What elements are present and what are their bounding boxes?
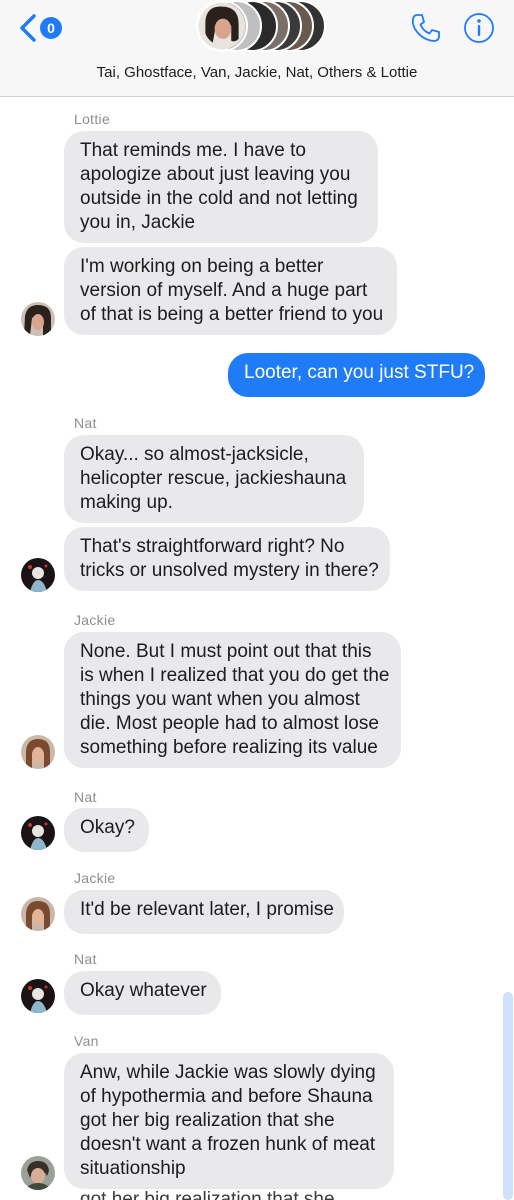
message-text: of that is being a better friend to you	[80, 304, 384, 325]
message-text: doesn't want a frozen hunk of meat	[80, 1134, 376, 1155]
sender-name: Van	[74, 1033, 99, 1049]
sender-name: Jackie	[74, 870, 116, 886]
message-text: That reminds me. I have to	[80, 140, 306, 161]
message-bubble[interactable]: It'd be relevant later, I promise	[64, 890, 344, 934]
message-text: None. But I must point out that this	[80, 641, 372, 662]
message-text: Okay?	[80, 817, 135, 838]
message-text: making up.	[80, 492, 173, 513]
message-bubble[interactable]: I'm working on being a better version of…	[64, 247, 397, 335]
scrollbar[interactable]	[503, 992, 513, 1200]
van-avatar[interactable]	[21, 1156, 55, 1190]
message-text: of hypothermia and before Shauna	[80, 1086, 373, 1107]
message-bubble[interactable]: That's straightforward right? No tricks …	[64, 527, 390, 591]
message-text: got her big realization that she	[80, 1110, 335, 1131]
info-icon[interactable]	[463, 12, 495, 44]
message-bubble[interactable]: Okay whatever	[64, 971, 221, 1015]
message-text: you in, Jackie	[80, 212, 196, 233]
lottie-avatar[interactable]	[21, 302, 55, 336]
partial-message-text: got her big realization that she	[80, 1189, 335, 1200]
sender-name: Nat	[74, 415, 97, 431]
message-bubble[interactable]: Anw, while Jackie was slowly dying of hy…	[64, 1053, 394, 1189]
group-member-avatar	[196, 0, 248, 52]
message-text: things you want when you almost	[80, 689, 360, 710]
message-text: Okay whatever	[80, 980, 207, 1001]
message-text: tricks or unsolved mystery in there?	[80, 560, 379, 581]
outgoing-message-bubble[interactable]: Looter, can you just STFU?	[228, 353, 485, 397]
message-bubble[interactable]: Okay... so almost-jacksicle, helicopter …	[64, 435, 364, 523]
sender-name: Nat	[74, 951, 97, 967]
chevron-left-icon	[20, 14, 36, 42]
jackie-avatar[interactable]	[21, 897, 55, 931]
message-bubble[interactable]: None. But I must point out that this is …	[64, 632, 401, 768]
phone-icon[interactable]	[410, 12, 442, 44]
message-text: It'd be relevant later, I promise	[80, 899, 334, 920]
message-text: is when I realized that you do get the	[80, 665, 390, 686]
message-text: helicopter rescue, jackieshauna	[80, 468, 347, 489]
group-avatar-stack[interactable]	[196, 0, 326, 54]
message-text: Anw, while Jackie was slowly dying	[80, 1062, 376, 1083]
message-text: apologize about just leaving you	[80, 164, 351, 185]
message-text: version of myself. And a huge part	[80, 280, 368, 301]
message-text: I'm working on being a better	[80, 256, 324, 277]
conversation-header: 0 Tai, Ghostface, Van, Jackie, Nat, Othe…	[0, 0, 514, 97]
jackie-avatar[interactable]	[21, 735, 55, 769]
message-bubble[interactable]: Okay?	[64, 808, 149, 852]
sender-name: Nat	[74, 789, 97, 805]
unread-count-badge: 0	[40, 17, 62, 39]
message-text: situationship	[80, 1158, 186, 1179]
message-text: Looter, can you just STFU?	[244, 362, 475, 383]
nat-avatar[interactable]	[21, 979, 55, 1013]
message-text: outside in the cold and not letting	[80, 188, 358, 209]
message-text: die. Most people had to almost lose	[80, 713, 379, 734]
nat-avatar[interactable]	[21, 558, 55, 592]
message-text: something before realizing its value	[80, 737, 378, 758]
sender-name: Lottie	[74, 111, 111, 127]
sender-name: Jackie	[74, 612, 116, 628]
back-button[interactable]: 0	[18, 12, 62, 44]
message-bubble[interactable]: That reminds me. I have to apologize abo…	[64, 131, 378, 243]
nat-avatar[interactable]	[21, 816, 55, 850]
message-text: Okay... so almost-jacksicle,	[80, 444, 309, 465]
message-text: That's straightforward right? No	[80, 536, 345, 557]
group-title[interactable]: Tai, Ghostface, Van, Jackie, Nat, Others…	[0, 64, 514, 81]
